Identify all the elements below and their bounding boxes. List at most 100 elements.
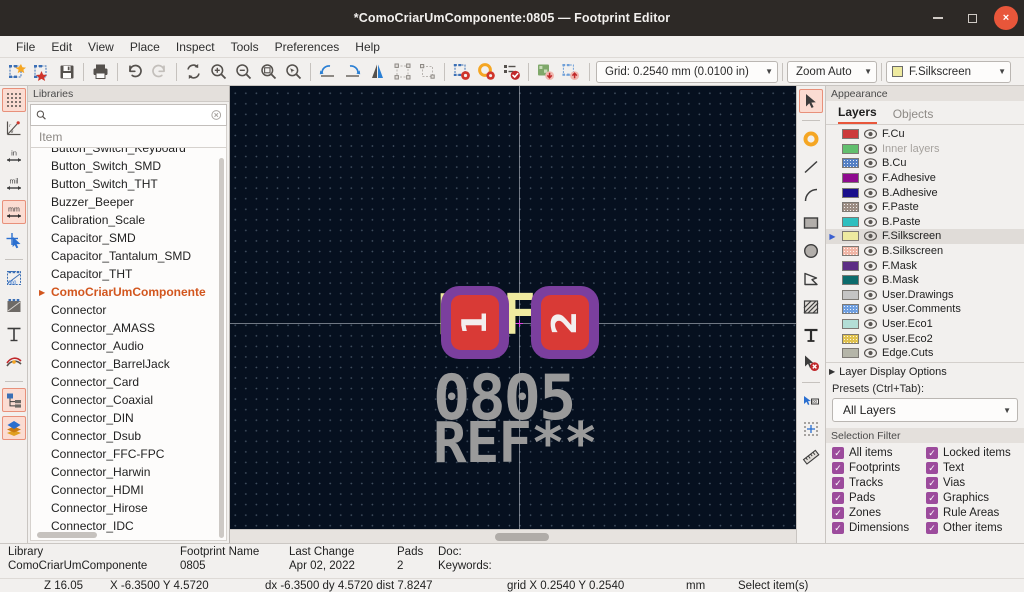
- tab-objects[interactable]: Objects: [893, 107, 934, 124]
- units-inches-icon[interactable]: in: [2, 144, 26, 168]
- layer-row[interactable]: B.Adhesive: [826, 185, 1024, 200]
- layer-row[interactable]: B.Mask: [826, 273, 1024, 288]
- checkbox-icon[interactable]: ✓: [926, 507, 938, 519]
- selection-filter-item[interactable]: ✓ Dimensions: [832, 522, 926, 534]
- ungroup-icon[interactable]: [415, 59, 440, 84]
- library-tree-item[interactable]: Button_Switch_SMD: [31, 157, 226, 175]
- draw-line-icon[interactable]: [799, 155, 823, 179]
- library-tree-item[interactable]: Connector_Audio: [31, 337, 226, 355]
- selection-filter-item[interactable]: ✓ Locked items: [926, 447, 1020, 459]
- layer-color-swatch[interactable]: [842, 260, 859, 271]
- library-tree-item[interactable]: Connector_HDMI: [31, 481, 226, 499]
- layer-row[interactable]: User.Comments: [826, 302, 1024, 317]
- user-reference-text[interactable]: REF**: [433, 411, 598, 476]
- menu-help[interactable]: Help: [347, 38, 388, 56]
- layers-list[interactable]: F.Cu Inner layers B.Cu F.Adhesive B.Adhesive…: [826, 125, 1024, 362]
- layer-row[interactable]: User.Drawings: [826, 288, 1024, 303]
- layer-row[interactable]: F.Cu: [826, 127, 1024, 142]
- tab-layers[interactable]: Layers: [838, 105, 877, 124]
- layer-color-swatch[interactable]: [842, 275, 859, 286]
- checkbox-icon[interactable]: ✓: [832, 447, 844, 459]
- close-button[interactable]: ×: [994, 6, 1018, 30]
- layer-visibility-eye-icon[interactable]: [864, 202, 877, 213]
- new-footprint-icon[interactable]: [4, 59, 29, 84]
- add-pad-icon[interactable]: [799, 127, 823, 151]
- layer-visibility-eye-icon[interactable]: [864, 158, 877, 169]
- check-footprint-icon[interactable]: [499, 59, 524, 84]
- library-tree-item[interactable]: Buzzer_Beeper: [31, 193, 226, 211]
- library-tree-item[interactable]: Connector_Card: [31, 373, 226, 391]
- add-rule-area-icon[interactable]: [799, 295, 823, 319]
- rotate-cw-icon[interactable]: [340, 59, 365, 84]
- menu-edit[interactable]: Edit: [43, 38, 80, 56]
- layer-visibility-eye-icon[interactable]: [864, 187, 877, 198]
- menu-place[interactable]: Place: [122, 38, 168, 56]
- selection-filter-item[interactable]: ✓ Tracks: [832, 477, 926, 489]
- layer-row[interactable]: Inner layers: [826, 142, 1024, 157]
- layer-color-swatch[interactable]: [842, 187, 859, 198]
- layer-color-swatch[interactable]: [842, 129, 859, 140]
- toggle-appearance-panel-icon[interactable]: [1, 416, 26, 440]
- menu-inspect[interactable]: Inspect: [168, 38, 223, 56]
- footprint-properties-icon[interactable]: [449, 59, 474, 84]
- selection-filter-item[interactable]: ✓ Footprints: [832, 462, 926, 474]
- library-tree-item[interactable]: Connector_FFC-FPC: [31, 445, 226, 463]
- zoom-fit-icon[interactable]: [256, 59, 281, 84]
- library-tree-item[interactable]: Connector_DIN: [31, 409, 226, 427]
- units-mils-icon[interactable]: mil: [2, 172, 26, 196]
- layer-visibility-eye-icon[interactable]: [864, 217, 877, 227]
- menu-view[interactable]: View: [80, 38, 122, 56]
- layer-display-options-toggle[interactable]: ▶ Layer Display Options: [826, 362, 1024, 380]
- layer-visibility-eye-icon[interactable]: [864, 275, 877, 286]
- layer-row[interactable]: F.Adhesive: [826, 171, 1024, 186]
- layer-color-swatch[interactable]: [842, 246, 859, 257]
- checkbox-icon[interactable]: ✓: [832, 477, 844, 489]
- library-tree-item[interactable]: Connector: [31, 301, 226, 319]
- library-tree-item[interactable]: Connector_Harwin: [31, 463, 226, 481]
- selection-filter-item[interactable]: ✓ All items: [832, 447, 926, 459]
- insert-footprint-to-board-icon[interactable]: [558, 59, 583, 84]
- layer-row[interactable]: F.Paste: [826, 200, 1024, 215]
- graphics-sketch-mode-icon[interactable]: [2, 294, 26, 318]
- library-tree-item[interactable]: Connector_AMASS: [31, 319, 226, 337]
- delete-tool-icon[interactable]: [799, 351, 823, 375]
- active-layer-selector[interactable]: F.Silkscreen ▼: [886, 60, 1011, 83]
- minimize-button[interactable]: [926, 6, 950, 30]
- group-icon[interactable]: [390, 59, 415, 84]
- redo-icon[interactable]: [147, 59, 172, 84]
- layer-color-swatch[interactable]: [842, 216, 859, 227]
- layer-row[interactable]: ▶ F.Silkscreen: [826, 229, 1024, 244]
- library-tree-item[interactable]: Capacitor_Tantalum_SMD: [31, 247, 226, 265]
- library-tree-item[interactable]: Connector_Coaxial: [31, 391, 226, 409]
- library-tree-item[interactable]: Capacitor_SMD: [31, 229, 226, 247]
- library-tree-item[interactable]: Capacitor_THT: [31, 265, 226, 283]
- draw-circle-icon[interactable]: [799, 239, 823, 263]
- zoom-selector[interactable]: Zoom Auto ▼: [787, 60, 877, 83]
- checkbox-icon[interactable]: ✓: [832, 492, 844, 504]
- layer-row[interactable]: B.Cu: [826, 156, 1024, 171]
- library-tree-item[interactable]: Calibration_Scale: [31, 211, 226, 229]
- layer-visibility-eye-icon[interactable]: [864, 231, 877, 242]
- checkbox-icon[interactable]: ✓: [832, 507, 844, 519]
- layer-row[interactable]: Edge.Cuts: [826, 346, 1024, 361]
- layer-visibility-eye-icon[interactable]: [864, 319, 877, 329]
- footprint-canvas[interactable]: REF** 1 2 0805 REF**: [230, 86, 796, 529]
- library-tree-item[interactable]: Connector_Hirose: [31, 499, 226, 517]
- library-tree-hscrollbar[interactable]: [37, 532, 97, 538]
- maximize-button[interactable]: [960, 6, 984, 30]
- selection-filter-item[interactable]: ✓ Other items: [926, 522, 1020, 534]
- set-anchor-icon[interactable]: 00: [799, 389, 823, 413]
- canvas-scrollbar-thumb[interactable]: [495, 533, 549, 541]
- layer-color-swatch[interactable]: [842, 173, 859, 184]
- zoom-out-icon[interactable]: [231, 59, 256, 84]
- layer-color-swatch[interactable]: [842, 202, 859, 213]
- layer-color-swatch[interactable]: [842, 158, 859, 169]
- layer-visibility-eye-icon[interactable]: [864, 144, 877, 154]
- checkbox-icon[interactable]: ✓: [832, 522, 844, 534]
- save-icon[interactable]: [54, 59, 79, 84]
- rotate-ccw-icon[interactable]: [315, 59, 340, 84]
- pad-2[interactable]: 2: [531, 286, 599, 359]
- selection-filter-item[interactable]: ✓ Zones: [832, 507, 926, 519]
- layer-visibility-eye-icon[interactable]: [864, 304, 877, 315]
- library-tree-item[interactable]: Connector_Dsub: [31, 427, 226, 445]
